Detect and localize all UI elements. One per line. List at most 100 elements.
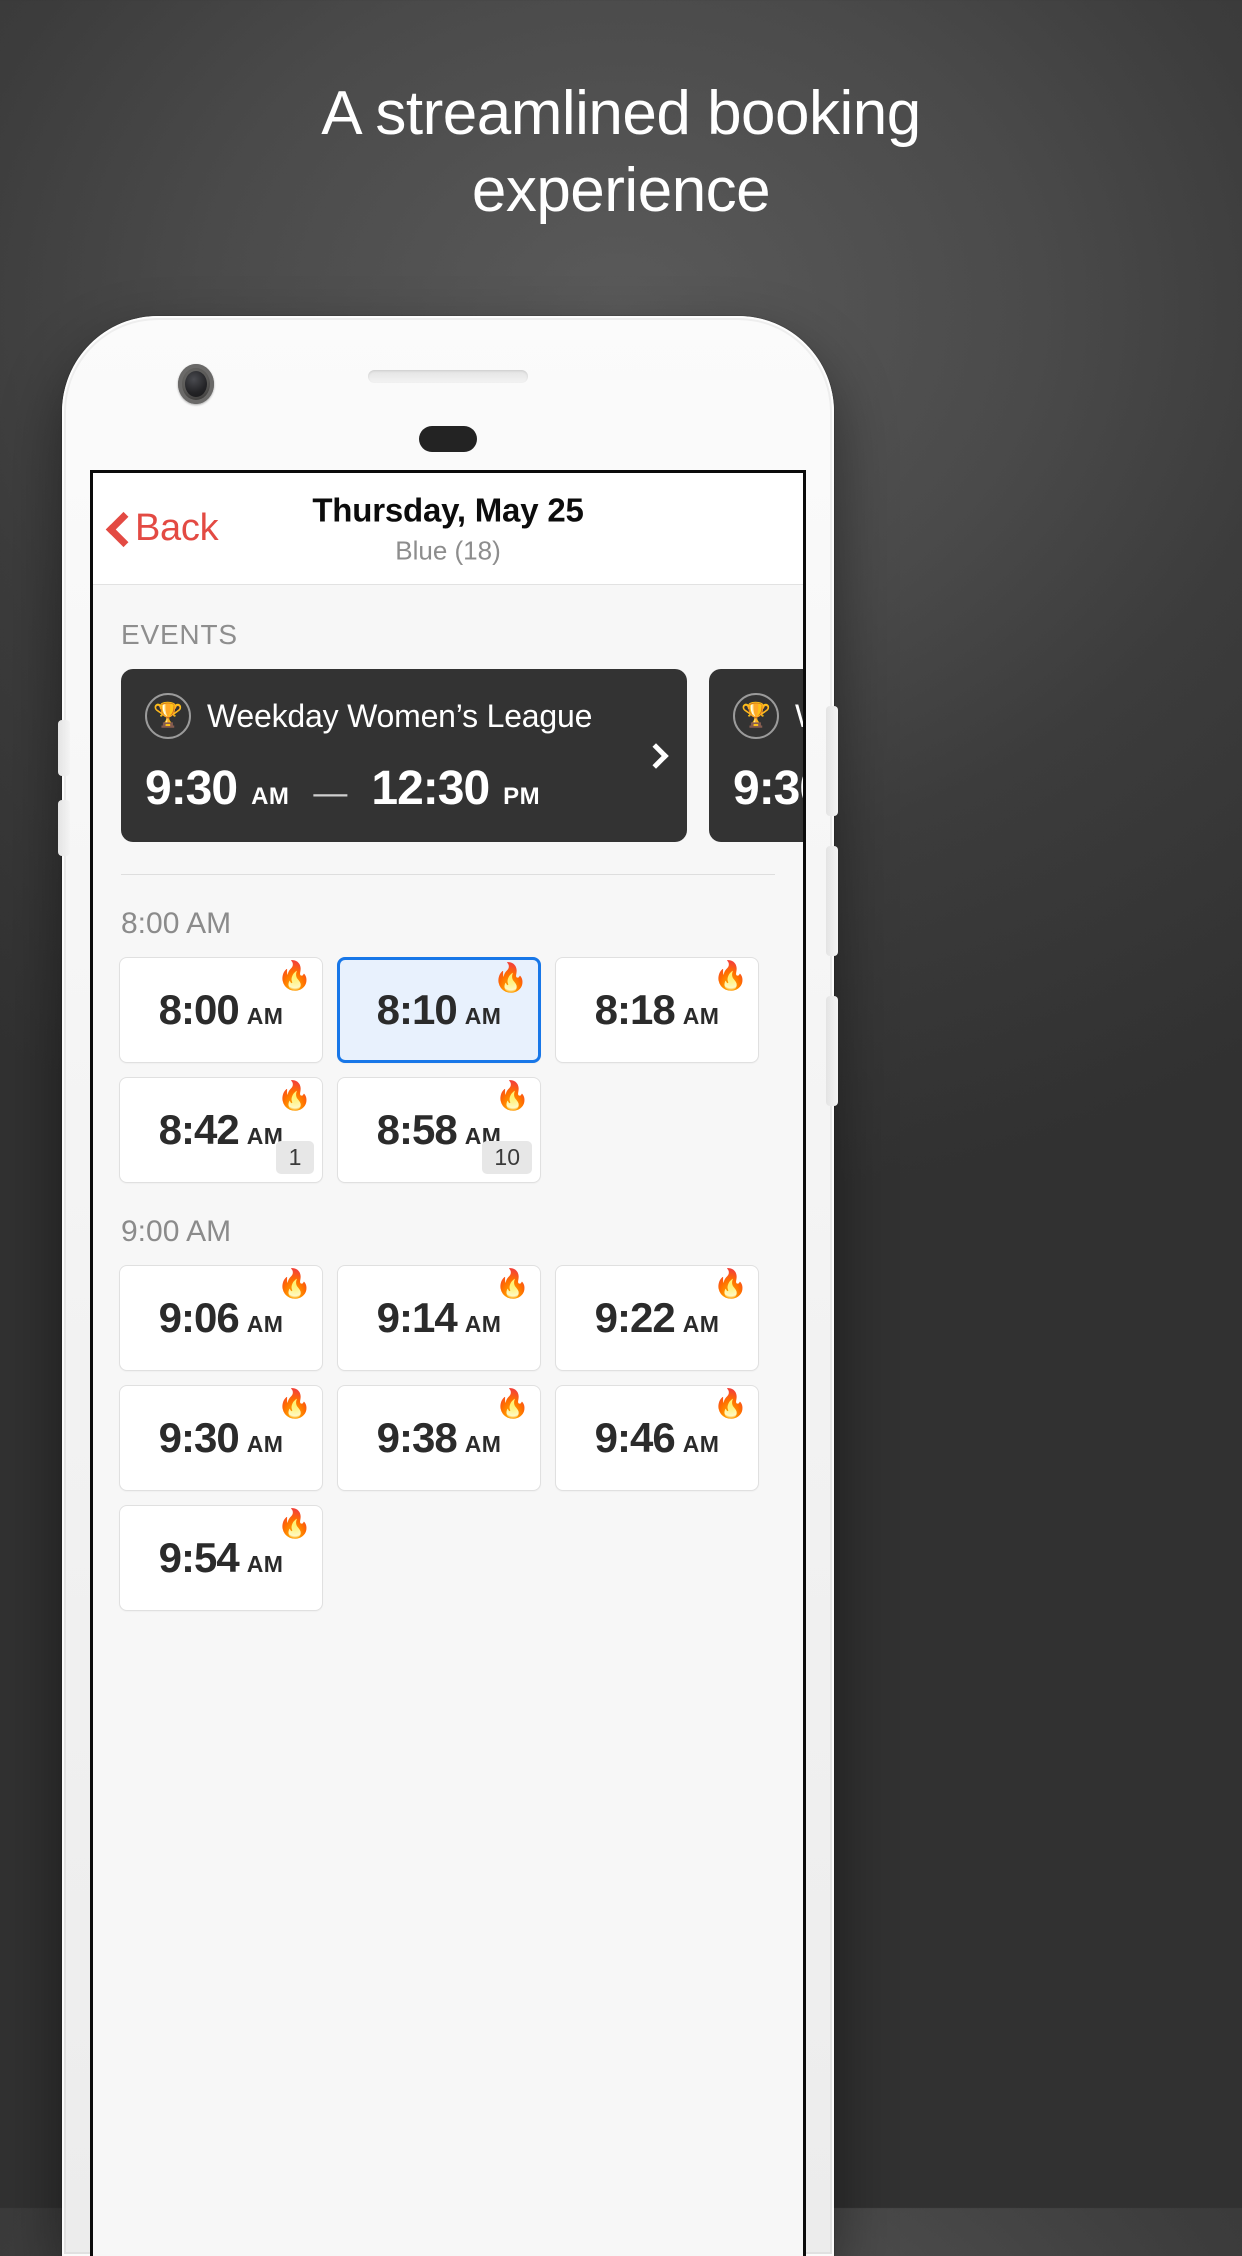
flame-icon: 🔥 [277, 960, 312, 991]
slot-time: 9:22 AM [595, 1294, 720, 1342]
earpiece-speaker [368, 370, 528, 383]
volume-down-button[interactable] [58, 800, 70, 856]
slot-meridiem: AM [246, 1311, 284, 1337]
event-name: Weekend Men’s League [795, 698, 803, 735]
event-end-meridiem: PM [503, 783, 541, 810]
event-time-dash: — [313, 774, 348, 812]
slot-hour: 9:14 [376, 1294, 458, 1341]
slot-hour: 8:18 [594, 986, 676, 1033]
time-slot-chip[interactable]: 🔥 9:38 AM [337, 1385, 541, 1491]
slot-meridiem: AM [464, 1311, 502, 1337]
slot-meridiem: AM [246, 1431, 284, 1457]
flame-icon: 🔥 [495, 1080, 530, 1111]
slot-hour: 8:00 [158, 986, 240, 1033]
slot-meridiem: AM [464, 1431, 502, 1457]
flame-icon: 🔥 [713, 1268, 748, 1299]
time-slot-list: 8:00 AM 🔥 8:00 AM 🔥 8:10 AM 🔥 8:18 AM 🔥 8:42 AM 1 🔥 8:5… [93, 875, 803, 1611]
headline-line-1: A streamlined booking [321, 79, 921, 148]
front-camera-icon [178, 364, 214, 404]
event-card[interactable]: 🏆 Weekday Women’s League 9:30 AM — 12:30 PM [121, 669, 687, 842]
slot-meridiem: AM [682, 1311, 720, 1337]
slot-group: 8:00 AM 🔥 8:00 AM 🔥 8:10 AM 🔥 8:18 AM 🔥 8:42 AM 1 🔥 8:5… [93, 875, 803, 1183]
app-screen: Back Thursday, May 25 Blue (18) EVENTS 🏆… [90, 470, 806, 2256]
back-button-label: Back [135, 507, 219, 549]
slot-time: 8:42 AM [159, 1106, 284, 1154]
slot-hour: 8:10 [376, 986, 458, 1033]
slot-time: 9:38 AM [377, 1414, 502, 1462]
slot-meridiem: AM [464, 1003, 502, 1029]
slot-hour: 9:30 [158, 1414, 240, 1461]
event-card-header: 🏆 Weekend Men’s League [733, 693, 803, 739]
slot-hour: 9:38 [376, 1414, 458, 1461]
flame-icon: 🔥 [493, 962, 528, 993]
time-slot-chip-selected[interactable]: 🔥 8:10 AM [337, 957, 541, 1063]
slot-time: 8:10 AM [377, 986, 502, 1034]
trophy-icon: 🏆 [145, 693, 191, 739]
slot-hour: 8:42 [158, 1106, 240, 1153]
slot-meridiem: AM [682, 1003, 720, 1029]
slot-time: 8:00 AM [159, 986, 284, 1034]
slot-time: 9:06 AM [159, 1294, 284, 1342]
events-carousel[interactable]: 🏆Weekday Women’s League9:30AM—12:30PM🏆We… [93, 669, 803, 842]
time-slot-chip[interactable]: 🔥 9:22 AM [555, 1265, 759, 1371]
events-section-label: EVENTS [121, 619, 238, 650]
flame-icon: 🔥 [277, 1268, 312, 1299]
event-card-header: 🏆 Weekday Women’s League [145, 693, 665, 739]
back-button[interactable]: Back [93, 507, 219, 550]
slot-hour: 9:54 [158, 1534, 240, 1581]
trophy-icon: 🏆 [733, 693, 779, 739]
slot-hour: 9:46 [594, 1414, 676, 1461]
marketing-headline: A streamlined booking experience [0, 76, 1242, 230]
event-time-range: 9:30AM—12:30PM [733, 761, 803, 816]
flame-icon: 🔥 [277, 1388, 312, 1419]
slot-time: 9:30 AM [159, 1414, 284, 1462]
event-start-time: 9:30 [145, 762, 238, 815]
slot-group: 9:00 AM 🔥 9:06 AM 🔥 9:14 AM 🔥 9:22 AM 🔥 9:30 AM 🔥 9:38… [93, 1183, 803, 1611]
flame-icon: 🔥 [277, 1080, 312, 1111]
time-slot-chip[interactable]: 🔥 8:42 AM 1 [119, 1077, 323, 1183]
event-time-range: 9:30 AM — 12:30 PM [145, 761, 665, 816]
slot-hour: 8:58 [376, 1106, 458, 1153]
slot-chip-grid: 🔥 9:06 AM 🔥 9:14 AM 🔥 9:22 AM 🔥 9:30 AM 🔥 9:38 AM 🔥 9:46… [119, 1265, 777, 1611]
slot-chip-grid: 🔥 8:00 AM 🔥 8:10 AM 🔥 8:18 AM 🔥 8:42 AM 1 🔥 8:58 AM 10 [119, 957, 777, 1183]
slot-meridiem: AM [246, 1551, 284, 1577]
time-slot-chip[interactable]: 🔥 9:14 AM [337, 1265, 541, 1371]
slot-time: 8:18 AM [595, 986, 720, 1034]
event-start-meridiem: AM [251, 783, 290, 810]
flame-icon: 🔥 [713, 960, 748, 991]
slot-group-label: 8:00 AM [121, 907, 232, 940]
chevron-left-icon [107, 512, 127, 546]
phone-mockup: Back Thursday, May 25 Blue (18) EVENTS 🏆… [58, 316, 838, 2256]
slot-meridiem: AM [246, 1003, 284, 1029]
side-button-3[interactable] [826, 996, 838, 1106]
sensor-housing [419, 426, 477, 452]
navigation-bar: Back Thursday, May 25 Blue (18) [93, 473, 803, 585]
time-slot-chip[interactable]: 🔥 8:00 AM [119, 957, 323, 1063]
volume-up-button[interactable] [58, 720, 70, 776]
event-end-time: 12:30 [371, 762, 490, 815]
time-slot-chip[interactable]: 🔥 9:30 AM [119, 1385, 323, 1491]
slot-group-label: 9:00 AM [121, 1215, 232, 1248]
slot-time: 9:14 AM [377, 1294, 502, 1342]
slot-count-badge: 10 [482, 1141, 532, 1174]
headline-line-2: experience [471, 155, 771, 225]
slot-meridiem: AM [682, 1431, 720, 1457]
time-slot-chip[interactable]: 🔥 9:54 AM [119, 1505, 323, 1611]
power-button[interactable] [826, 706, 838, 816]
side-button-2[interactable] [826, 846, 838, 956]
time-slot-chip[interactable]: 🔥 8:18 AM [555, 957, 759, 1063]
time-slot-chip[interactable]: 🔥 9:06 AM [119, 1265, 323, 1371]
flame-icon: 🔥 [495, 1268, 530, 1299]
slot-time: 9:46 AM [595, 1414, 720, 1462]
time-slot-chip[interactable]: 🔥 9:46 AM [555, 1385, 759, 1491]
event-start-time: 9:30 [733, 762, 803, 815]
event-card[interactable]: 🏆 Weekend Men’s League 9:30AM—12:30PM [709, 669, 803, 842]
event-name: Weekday Women’s League [207, 697, 593, 734]
slot-time: 9:54 AM [159, 1534, 284, 1582]
flame-icon: 🔥 [495, 1388, 530, 1419]
flame-icon: 🔥 [713, 1388, 748, 1419]
flame-icon: 🔥 [277, 1508, 312, 1539]
slot-count-badge: 1 [276, 1141, 314, 1174]
time-slot-chip[interactable]: 🔥 8:58 AM 10 [337, 1077, 541, 1183]
slot-hour: 9:06 [158, 1294, 240, 1341]
